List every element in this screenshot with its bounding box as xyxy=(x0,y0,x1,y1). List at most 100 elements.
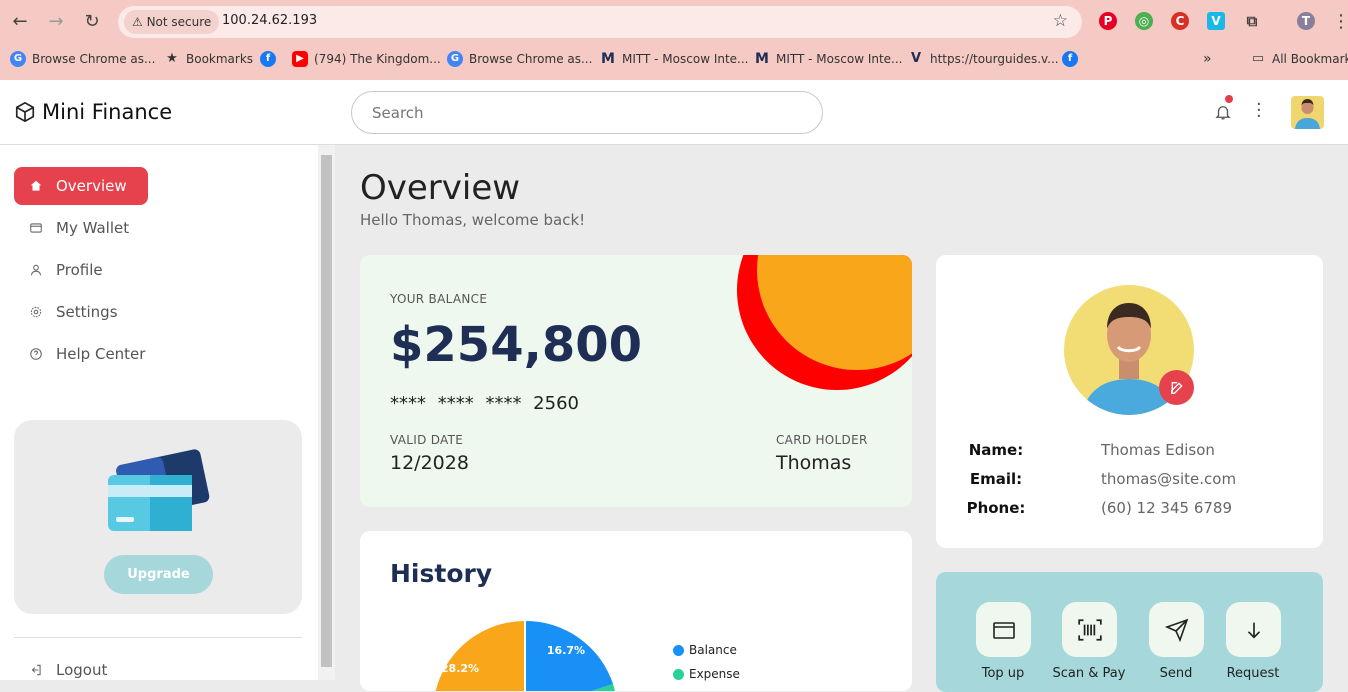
balance-amount: $254,800 xyxy=(390,317,643,373)
extension-color-icon[interactable]: ◎ xyxy=(1135,12,1153,30)
balance-label: YOUR BALANCE xyxy=(390,292,488,306)
chrome-extension-icon[interactable]: C xyxy=(1171,12,1189,30)
bookmark-item[interactable]: M MITT - Moscow Inte... xyxy=(754,50,903,68)
send-button[interactable] xyxy=(1149,602,1204,657)
send-icon xyxy=(1164,618,1188,642)
request-label: Request xyxy=(1226,666,1280,681)
valid-date-label: VALID DATE xyxy=(390,433,464,447)
sidebar-divider xyxy=(14,637,302,638)
security-chip-label: Not secure xyxy=(146,15,212,29)
card-holder-label: CARD HOLDER xyxy=(776,433,868,447)
all-bookmarks-button[interactable]: ▭ All Bookmarks xyxy=(1250,50,1348,68)
bookmark-item[interactable]: ★ Bookmarks xyxy=(164,50,253,68)
logout-icon xyxy=(28,662,44,678)
cube-icon xyxy=(15,101,35,123)
scan-pay-button[interactable] xyxy=(1062,602,1117,657)
wallet-icon xyxy=(28,220,44,236)
card-number: **** **** **** 2560 xyxy=(390,393,579,414)
back-icon[interactable]: ← xyxy=(10,12,30,32)
edit-photo-button[interactable] xyxy=(1159,370,1194,405)
email-label: Email: xyxy=(969,470,1023,488)
bookmarks-overflow-button[interactable]: » xyxy=(1203,50,1212,68)
history-title: History xyxy=(390,559,493,588)
bookmark-label: MITT - Moscow Inte... xyxy=(776,52,903,66)
address-bar[interactable]: ⚠ Not secure 100.24.62.193 ☆ xyxy=(118,6,1082,38)
upgrade-panel: Upgrade xyxy=(14,420,302,614)
sidebar-item-help-center[interactable]: Help Center xyxy=(14,335,174,373)
all-bookmarks-label: All Bookmarks xyxy=(1272,52,1348,66)
top-up-button[interactable] xyxy=(976,602,1031,657)
browser-menu-icon[interactable]: ⋮ xyxy=(1332,12,1348,32)
top-up-label: Top up xyxy=(981,666,1025,681)
avatar-person-icon xyxy=(1295,99,1320,129)
help-icon xyxy=(28,346,44,362)
sidebar-item-my-wallet[interactable]: My Wallet xyxy=(14,209,148,247)
upgrade-button[interactable]: Upgrade xyxy=(104,555,213,594)
extensions-puzzle-icon[interactable]: ⧉ xyxy=(1243,12,1261,30)
bookmark-item[interactable]: G Browse Chrome as... xyxy=(447,50,592,68)
sidebar-item-overview[interactable]: Overview xyxy=(14,167,148,205)
bookmark-item[interactable]: f xyxy=(1062,50,1084,68)
sidebar-item-label: Help Center xyxy=(56,345,146,363)
logout-button[interactable]: Logout xyxy=(14,651,148,689)
sidebar-scrollbar[interactable] xyxy=(318,145,335,680)
phone-label: Phone: xyxy=(966,499,1026,517)
gear-icon xyxy=(28,304,44,320)
pie-label-balance: 16.7% xyxy=(547,644,585,657)
google-icon: G xyxy=(10,51,26,67)
legend-dot xyxy=(673,644,684,656)
youtube-icon: ▶ xyxy=(292,51,308,67)
more-options-icon[interactable]: · · · xyxy=(1256,96,1262,126)
phone-value: (60) 12 345 6789 xyxy=(1101,499,1232,517)
bookmark-item[interactable]: ▶ (794) The Kingdom... xyxy=(292,50,441,68)
bookmark-label: Browse Chrome as... xyxy=(32,52,156,66)
facebook-icon: f xyxy=(1062,51,1078,67)
arrow-down-icon xyxy=(1247,622,1260,639)
pie-slice-other xyxy=(435,621,525,691)
bookmark-label: Bookmarks xyxy=(186,52,254,66)
bell-icon[interactable] xyxy=(1214,102,1232,122)
legend-label: Balance xyxy=(689,643,737,657)
profile-card: Name: Thomas Edison Email: thomas@site.c… xyxy=(936,255,1323,548)
scrollbar-thumb[interactable] xyxy=(321,155,332,667)
logout-label: Logout xyxy=(56,661,108,679)
name-label: Name: xyxy=(968,441,1024,459)
bookmark-item[interactable]: M MITT - Moscow Inte... xyxy=(600,50,748,68)
mitt-icon: M xyxy=(755,51,769,67)
card-holder-value: Thomas xyxy=(776,452,852,474)
home-icon xyxy=(28,178,44,194)
bookmark-label: (794) The Kingdom... xyxy=(314,52,441,66)
bookmark-item[interactable]: Vhttps://tourguides.v... xyxy=(908,50,1059,68)
history-card: History 16.7% 28.2% Balance Expense xyxy=(360,531,912,691)
folder-icon: ▭ xyxy=(1251,51,1265,66)
vimeo-icon[interactable]: V xyxy=(1207,12,1225,30)
reload-icon[interactable]: ↻ xyxy=(82,12,102,32)
sidebar-item-settings[interactable]: Settings xyxy=(14,293,148,331)
forward-icon[interactable]: → xyxy=(46,12,66,32)
credit-cards-illustration xyxy=(108,449,210,531)
url-text[interactable]: 100.24.62.193 xyxy=(222,13,317,28)
brand-logo[interactable]: Mini Finance xyxy=(14,100,172,124)
bookmark-item[interactable]: f xyxy=(260,50,282,68)
pinterest-icon[interactable]: P xyxy=(1099,12,1117,30)
bookmark-item[interactable]: G Browse Chrome as... xyxy=(10,50,155,68)
welcome-message: Hello Thomas, welcome back! xyxy=(360,211,586,229)
avatar[interactable] xyxy=(1291,96,1324,129)
legend-item-expense: Expense xyxy=(673,667,740,681)
wallet-icon xyxy=(992,621,1015,639)
scan-pay-label: Scan & Pay xyxy=(1052,666,1126,681)
legend-dot xyxy=(673,668,684,680)
profile-avatar-icon[interactable]: T xyxy=(1297,12,1315,30)
sidebar-item-label: My Wallet xyxy=(56,219,130,237)
request-button[interactable] xyxy=(1226,602,1281,657)
legend-item-balance: Balance xyxy=(673,643,737,657)
barcode-icon xyxy=(1077,618,1102,641)
sidebar-item-profile[interactable]: Profile xyxy=(14,251,148,289)
bookmark-label: https://tourguides.v... xyxy=(930,52,1059,66)
security-chip[interactable]: ⚠ Not secure xyxy=(124,10,220,34)
sidebar: Overview My Wallet Profile Settings Help… xyxy=(0,145,318,680)
browser-chrome: ← → ↻ ⚠ Not secure 100.24.62.193 ☆ P ◎ C… xyxy=(0,0,1348,80)
bookmark-star-icon[interactable]: ☆ xyxy=(1053,11,1068,31)
name-value: Thomas Edison xyxy=(1101,441,1215,459)
search-input[interactable] xyxy=(351,91,823,134)
